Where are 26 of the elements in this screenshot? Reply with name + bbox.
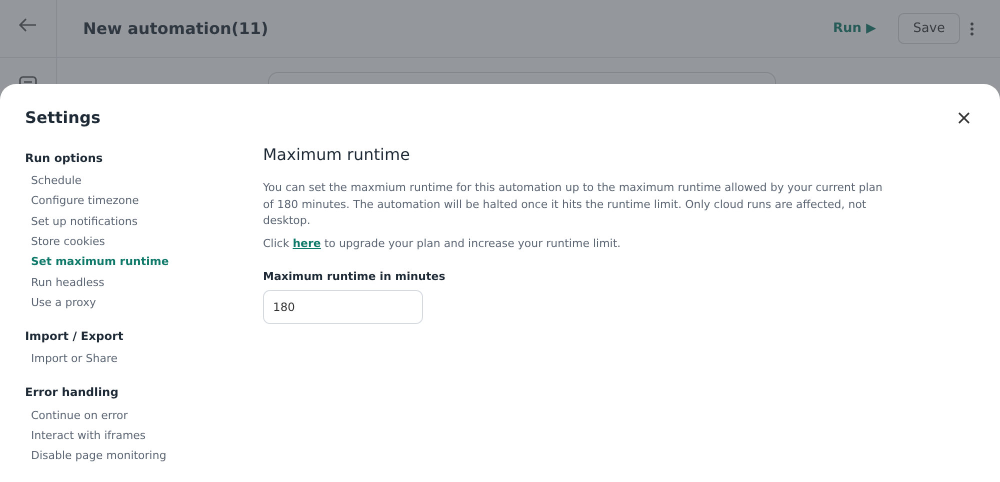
field-label: Maximum runtime in minutes [263,270,446,283]
settings-menu-item[interactable]: Run headless [25,272,104,293]
panel-heading: Maximum runtime [263,145,411,164]
settings-menu-item[interactable]: Interact with iframes [25,426,146,446]
runtime-input[interactable]: 180 [263,290,423,324]
description-text: You can set the maxmium runtime for this automation up to the maximum runtime allowed by your current plan of 180 minutes. The automation will be halted once it hits the runtime limit. Only cloud runs are affected, not desktop. [263,180,883,229]
settings-menu-item[interactable]: Schedule [25,171,82,192]
settings-menu-item[interactable]: Disable page monitoring [25,446,166,466]
settings-menu-item[interactable]: Continue on error [25,405,128,426]
automation-title: New automation(11) [83,19,270,38]
section-heading: Import / Export [25,329,124,344]
settings-menu-item[interactable]: Import or Share [25,349,118,370]
settings-menu-item[interactable]: Set up notifications [25,212,138,232]
upgrade-link[interactable]: here [292,236,321,250]
close-icon[interactable] [957,110,971,124]
more-options-icon[interactable] [970,22,974,36]
section-heading: Error handling [25,385,118,400]
section-heading: Run options [25,151,103,165]
dialog-title: Settings [25,108,101,127]
settings-menu-item[interactable]: Use a proxy [25,292,96,314]
settings-menu-item[interactable]: Store cookies [25,232,106,252]
settings-menu-item[interactable]: Configure timezone [25,191,139,212]
back-arrow-icon[interactable] [19,18,37,32]
settings-menu-item[interactable]: Set maximum runtime [25,252,169,272]
upgrade-note: Click here to upgrade your plan and increase your runtime limit. [263,236,622,252]
save-button[interactable]: Save [898,13,960,44]
